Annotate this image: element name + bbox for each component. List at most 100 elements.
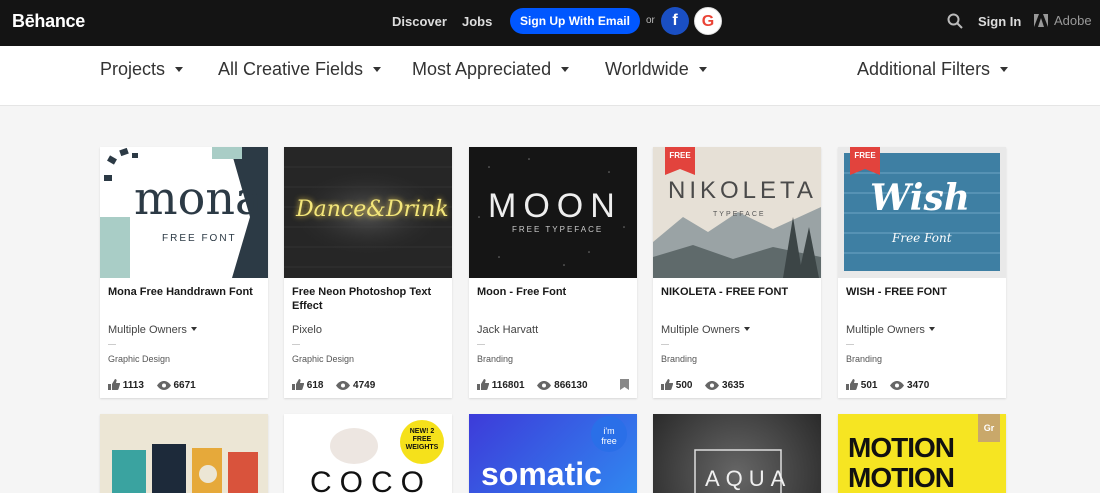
view-count: 866130 bbox=[554, 380, 588, 391]
project-field[interactable]: Graphic Design bbox=[292, 354, 354, 364]
filter-sort-dropdown[interactable]: Most Appreciated bbox=[412, 59, 570, 80]
project-title[interactable]: WISH - FREE FONT bbox=[846, 285, 998, 299]
appreciation-count: 1113 bbox=[122, 380, 144, 391]
project-card[interactable]: i'm free somatic bbox=[469, 414, 637, 493]
bookmark-icon[interactable] bbox=[620, 379, 629, 390]
project-thumbnail[interactable]: FREE Wish Free Font bbox=[838, 147, 1006, 278]
project-owner[interactable]: Multiple Owners bbox=[108, 324, 197, 336]
project-card[interactable]: MOON FREE TYPEFACE Moon - Free Font Jack… bbox=[469, 147, 637, 398]
thumbs-up-icon bbox=[846, 379, 859, 390]
appreciation-count: 501 bbox=[860, 380, 878, 391]
nav-jobs[interactable]: Jobs bbox=[462, 14, 492, 29]
project-field[interactable]: Branding bbox=[661, 354, 697, 364]
free-badge: FREE bbox=[850, 147, 880, 175]
gr-badge: Gr bbox=[978, 414, 1000, 442]
filter-creative-fields-dropdown[interactable]: All Creative Fields bbox=[218, 59, 382, 80]
thumb-title: somatic bbox=[481, 456, 602, 492]
project-thumbnail[interactable]: Gr MOTION MOTION bbox=[838, 414, 1006, 493]
project-field[interactable]: Branding bbox=[477, 354, 513, 364]
thumb-title: MOON bbox=[488, 187, 622, 225]
project-thumbnail[interactable]: Dance&Drink bbox=[284, 147, 452, 278]
chevron-down-icon bbox=[1000, 67, 1009, 72]
project-card[interactable]: mona FREE FONT Mona Free Handdrawn Font … bbox=[100, 147, 268, 398]
view-count: 3470 bbox=[907, 380, 930, 391]
thumb-subtitle: FREE FONT bbox=[162, 233, 237, 244]
project-field[interactable]: Branding bbox=[846, 354, 882, 364]
divider bbox=[846, 344, 854, 345]
new-badge: NEW! 2 FREE WEIGHTS bbox=[405, 428, 439, 451]
signup-email-button[interactable]: Sign Up With Email bbox=[510, 8, 640, 34]
project-owner[interactable]: Multiple Owners bbox=[846, 324, 935, 336]
divider bbox=[477, 344, 485, 345]
filter-bar: Projects All Creative Fields Most Apprec… bbox=[0, 46, 1100, 106]
project-thumbnail[interactable] bbox=[100, 414, 268, 493]
thumb-subtitle: MOTION bbox=[848, 462, 955, 493]
project-thumbnail[interactable]: MOON FREE TYPEFACE bbox=[469, 147, 637, 278]
project-card[interactable]: FREE NIKOLETA TYPEFACE NIKOLETA - FREE F… bbox=[653, 147, 821, 398]
view-count: 6671 bbox=[173, 380, 196, 391]
eye-icon bbox=[890, 381, 905, 390]
thumb-title: Wish bbox=[870, 177, 970, 219]
project-card[interactable]: AQUA bbox=[653, 414, 821, 493]
top-navbar: Bēhance Discover Jobs Sign Up With Email… bbox=[0, 0, 1100, 46]
colorful-letters-artwork bbox=[100, 414, 268, 493]
thumb-title: COCO bbox=[310, 466, 432, 493]
google-login-button[interactable]: G bbox=[694, 7, 722, 35]
adobe-icon bbox=[1034, 14, 1048, 27]
project-card[interactable] bbox=[100, 414, 268, 493]
project-stats: 1113 6671 bbox=[108, 379, 206, 391]
eye-icon bbox=[156, 381, 171, 390]
facebook-login-button[interactable]: f bbox=[661, 7, 689, 35]
behance-logo[interactable]: Bēhance bbox=[12, 11, 85, 32]
eye-icon bbox=[537, 381, 552, 390]
project-title[interactable]: Moon - Free Font bbox=[477, 285, 629, 299]
thumb-title: Dance&Drink bbox=[296, 197, 449, 222]
thumb-title: mona bbox=[134, 171, 263, 225]
search-icon[interactable] bbox=[946, 12, 964, 30]
project-thumbnail[interactable]: mona FREE FONT bbox=[100, 147, 268, 278]
nav-discover[interactable]: Discover bbox=[392, 14, 447, 29]
project-thumbnail[interactable]: AQUA bbox=[653, 414, 821, 493]
project-thumbnail[interactable]: FREE NIKOLETA TYPEFACE bbox=[653, 147, 821, 278]
facebook-icon: f bbox=[672, 12, 678, 29]
adobe-label: Adobe bbox=[1054, 13, 1092, 28]
additional-filters-dropdown[interactable]: Additional Filters bbox=[857, 59, 1009, 80]
chevron-down-icon bbox=[928, 327, 935, 331]
signin-link[interactable]: Sign In bbox=[978, 14, 1021, 29]
free-badge: FREE bbox=[665, 147, 695, 175]
project-owner-label: Multiple Owners bbox=[661, 324, 740, 336]
chevron-down-icon bbox=[175, 67, 184, 72]
thumbs-up-icon bbox=[477, 379, 490, 390]
project-stats: 116801 866130 bbox=[477, 379, 598, 391]
project-thumbnail[interactable]: NEW! 2 FREE WEIGHTS COCO bbox=[284, 414, 452, 493]
project-card[interactable]: NEW! 2 FREE WEIGHTS COCO bbox=[284, 414, 452, 493]
project-card[interactable]: Dance&Drink Free Neon Photoshop Text Eff… bbox=[284, 147, 452, 398]
or-label: or bbox=[646, 15, 655, 26]
project-card[interactable]: FREE Wish Free Font WISH - FREE FONT Mul… bbox=[838, 147, 1006, 398]
filter-projects-dropdown[interactable]: Projects bbox=[100, 59, 184, 80]
project-title[interactable]: Free Neon Photoshop Text Effect bbox=[292, 285, 444, 313]
chevron-down-icon bbox=[743, 327, 750, 331]
project-stats: 500 3635 bbox=[661, 379, 754, 391]
thumbs-up-icon bbox=[108, 379, 121, 390]
adobe-link[interactable]: Adobe bbox=[1034, 13, 1092, 28]
appreciation-count: 618 bbox=[306, 380, 324, 391]
filter-location-dropdown[interactable]: Worldwide bbox=[605, 59, 707, 80]
filter-location-label: Worldwide bbox=[605, 59, 689, 79]
chevron-down-icon bbox=[373, 67, 382, 72]
eye-icon bbox=[705, 381, 720, 390]
project-owner[interactable]: Jack Harvatt bbox=[477, 324, 538, 336]
project-card[interactable]: Gr MOTION MOTION bbox=[838, 414, 1006, 493]
thumbs-up-icon bbox=[292, 379, 305, 390]
project-thumbnail[interactable]: i'm free somatic bbox=[469, 414, 637, 493]
appreciation-count: 500 bbox=[675, 380, 693, 391]
project-field[interactable]: Graphic Design bbox=[108, 354, 170, 364]
google-icon: G bbox=[701, 13, 715, 30]
view-count: 4749 bbox=[353, 380, 376, 391]
project-title[interactable]: Mona Free Handdrawn Font bbox=[108, 285, 260, 299]
project-owner[interactable]: Pixelo bbox=[292, 324, 322, 336]
divider bbox=[108, 344, 116, 345]
project-title[interactable]: NIKOLETA - FREE FONT bbox=[661, 285, 813, 299]
project-owner[interactable]: Multiple Owners bbox=[661, 324, 750, 336]
thumb-title: NIKOLETA bbox=[668, 177, 817, 204]
